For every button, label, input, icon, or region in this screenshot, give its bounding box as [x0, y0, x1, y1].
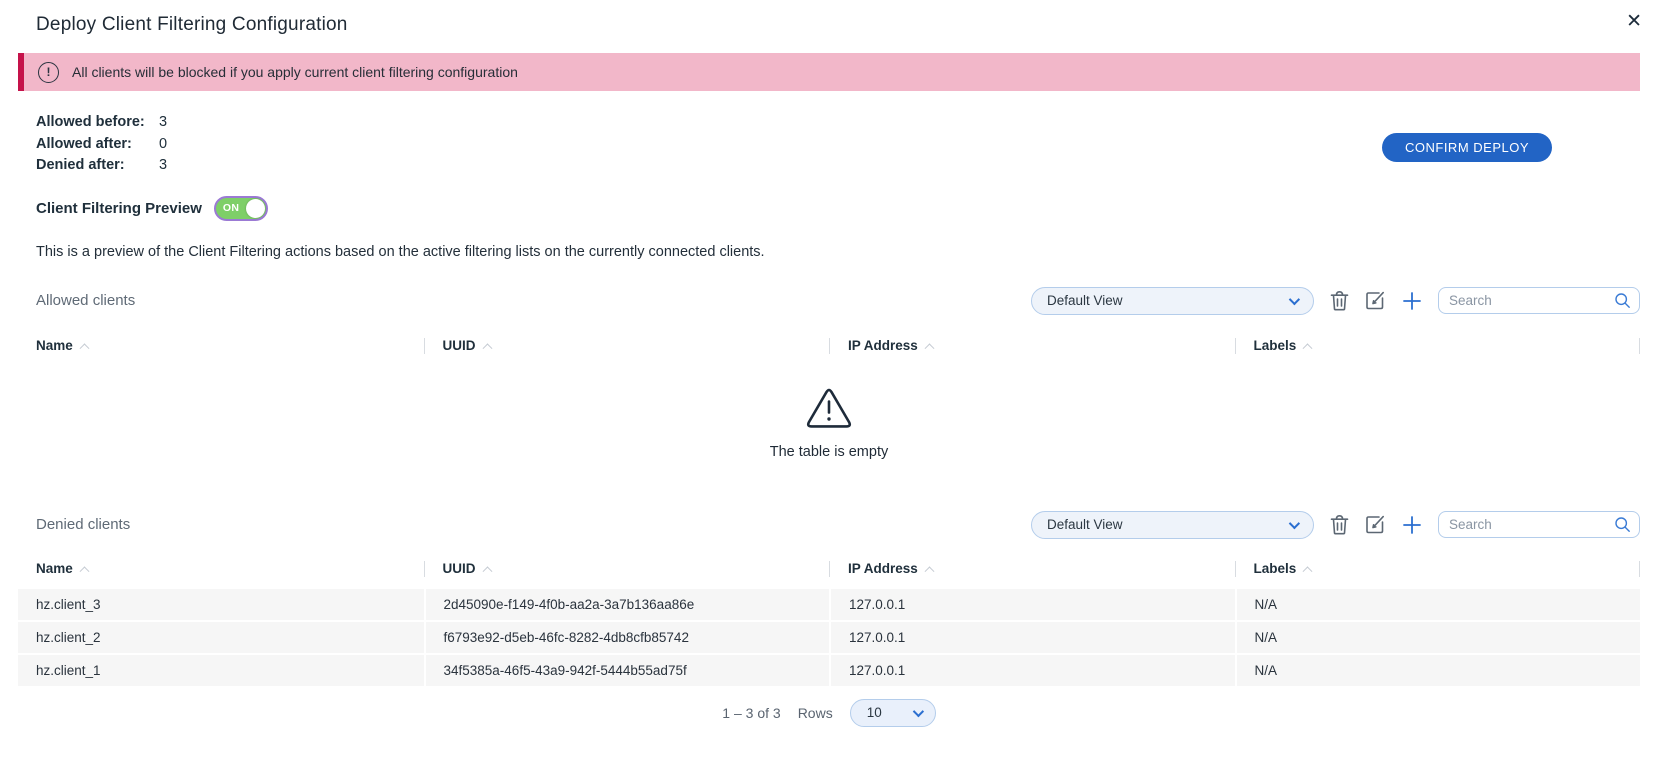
edit-icon [1365, 514, 1386, 535]
summary-value: 0 [159, 134, 167, 156]
sort-caret-icon [482, 566, 492, 576]
sort-caret-icon [79, 566, 89, 576]
cell-uuid: 34f5385a-46f5-43a9-942f-5444b55ad75f [424, 655, 830, 686]
empty-table-state: The table is empty [18, 365, 1640, 483]
empty-table-text: The table is empty [770, 444, 888, 460]
chevron-down-icon [1289, 293, 1300, 304]
cell-labels: N/A [1235, 589, 1641, 620]
view-select-value: Default View [1047, 293, 1123, 308]
warning-triangle-icon [806, 388, 852, 430]
summary-label: Allowed after: [36, 134, 159, 156]
chevron-down-icon [912, 705, 923, 716]
rows-per-page-label: Rows [798, 705, 833, 721]
summary-label: Denied after: [36, 155, 159, 177]
edit-icon [1365, 290, 1386, 311]
delete-view-button[interactable] [1330, 514, 1349, 535]
edit-view-button[interactable] [1365, 514, 1386, 535]
view-select-value: Default View [1047, 517, 1123, 532]
column-header-ip[interactable]: IP Address [829, 561, 1235, 577]
allowed-search [1438, 287, 1640, 314]
preview-toggle[interactable]: ON [214, 196, 268, 221]
summary-row: Denied after: 3 [36, 155, 1622, 177]
delete-view-button[interactable] [1330, 290, 1349, 311]
edit-view-button[interactable] [1365, 290, 1386, 311]
search-icon [1614, 292, 1631, 309]
toggle-knob [246, 199, 265, 218]
column-header-name[interactable]: Name [18, 338, 424, 354]
table-row[interactable]: hz.client_2 f6793e92-d5eb-46fc-8282-4db8… [18, 622, 1640, 653]
cell-uuid: f6793e92-d5eb-46fc-8282-4db8cfb85742 [424, 622, 830, 653]
summary-label: Allowed before: [36, 112, 159, 134]
denied-clients-title: Denied clients [36, 516, 130, 533]
sort-caret-icon [1303, 566, 1313, 576]
allowed-view-select[interactable]: Default View [1031, 287, 1314, 315]
search-icon [1614, 516, 1631, 533]
allowed-table-header: Name UUID IP Address Labels [18, 335, 1640, 357]
sort-caret-icon [482, 343, 492, 353]
column-header-labels[interactable]: Labels [1235, 338, 1641, 354]
trash-icon [1330, 290, 1349, 311]
page-title: Deploy Client Filtering Configuration [36, 14, 1622, 36]
cell-ip: 127.0.0.1 [829, 655, 1235, 686]
denied-table-header: Name UUID IP Address Labels [18, 558, 1640, 580]
search-input[interactable] [1449, 293, 1614, 308]
table-row[interactable]: hz.client_1 34f5385a-46f5-43a9-942f-5444… [18, 655, 1640, 686]
plus-icon [1402, 291, 1422, 311]
warning-banner: ! All clients will be blocked if you app… [18, 53, 1640, 91]
add-view-button[interactable] [1402, 515, 1422, 535]
denied-search [1438, 511, 1640, 538]
allowed-table-controls: Default View [1031, 287, 1640, 315]
denied-table-body: hz.client_3 2d45090e-f149-4f0b-aa2a-3a7b… [18, 589, 1640, 686]
pagination: 1 – 3 of 3 Rows 10 [18, 698, 1640, 728]
deploy-client-filtering-modal: Deploy Client Filtering Configuration ✕ … [0, 0, 1658, 762]
denied-clients-section-bar: Denied clients Default View [18, 511, 1640, 539]
cell-name: hz.client_1 [18, 655, 424, 686]
confirm-deploy-button[interactable]: CONFIRM DEPLOY [1382, 133, 1552, 162]
cell-labels: N/A [1235, 622, 1641, 653]
cell-ip: 127.0.0.1 [829, 622, 1235, 653]
sort-caret-icon [924, 343, 934, 353]
cell-ip: 127.0.0.1 [829, 589, 1235, 620]
column-header-uuid[interactable]: UUID [424, 338, 830, 354]
cell-name: hz.client_2 [18, 622, 424, 653]
cell-labels: N/A [1235, 655, 1641, 686]
close-icon[interactable]: ✕ [1622, 8, 1646, 35]
rows-per-page-select[interactable]: 10 [850, 699, 936, 727]
warning-banner-text: All clients will be blocked if you apply… [72, 64, 518, 80]
summary-value: 3 [159, 112, 167, 134]
allowed-clients-table: Name UUID IP Address Labels The table is… [18, 335, 1640, 483]
toggle-state-text: ON [223, 202, 239, 214]
summary-row: Allowed before: 3 [36, 112, 1622, 134]
trash-icon [1330, 514, 1349, 535]
plus-icon [1402, 515, 1422, 535]
client-filtering-preview-row: Client Filtering Preview ON [36, 196, 1622, 221]
allowed-clients-section-bar: Allowed clients Default View [18, 287, 1640, 315]
column-header-ip[interactable]: IP Address [829, 338, 1235, 354]
preview-description: This is a preview of the Client Filterin… [36, 244, 1622, 260]
summary-value: 3 [159, 155, 167, 177]
column-header-uuid[interactable]: UUID [424, 561, 830, 577]
denied-clients-table: Name UUID IP Address Labels hz.client_3 … [18, 558, 1640, 728]
cell-uuid: 2d45090e-f149-4f0b-aa2a-3a7b136aa86e [424, 589, 830, 620]
add-view-button[interactable] [1402, 291, 1422, 311]
rows-per-page-value: 10 [867, 705, 882, 720]
modal-header: Deploy Client Filtering Configuration [0, 0, 1658, 36]
column-header-name[interactable]: Name [18, 561, 424, 577]
sort-caret-icon [1303, 343, 1313, 353]
chevron-down-icon [1289, 517, 1300, 528]
sort-caret-icon [79, 343, 89, 353]
cell-name: hz.client_3 [18, 589, 424, 620]
toggle-label: Client Filtering Preview [36, 200, 202, 217]
search-input[interactable] [1449, 517, 1614, 532]
column-header-labels[interactable]: Labels [1235, 561, 1641, 577]
page-range: 1 – 3 of 3 [722, 705, 780, 721]
table-row[interactable]: hz.client_3 2d45090e-f149-4f0b-aa2a-3a7b… [18, 589, 1640, 620]
denied-view-select[interactable]: Default View [1031, 511, 1314, 539]
alert-circle-icon: ! [38, 62, 59, 83]
allowed-clients-title: Allowed clients [36, 292, 135, 309]
sort-caret-icon [924, 566, 934, 576]
denied-table-controls: Default View [1031, 511, 1640, 539]
